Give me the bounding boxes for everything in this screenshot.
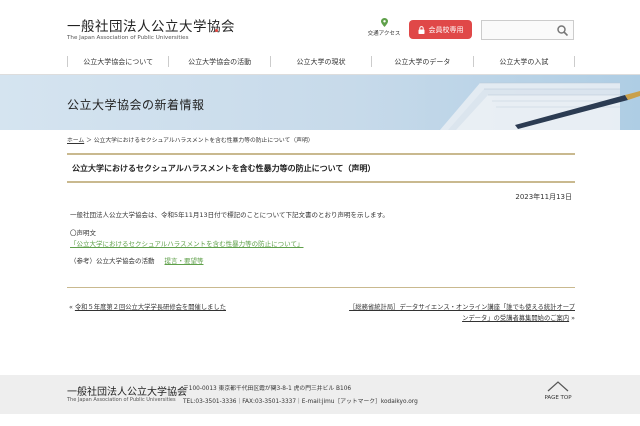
next-post-title-line2: ンデータ」の受講者募集開始のご案内 (462, 315, 570, 322)
article-intro: 一般社団法人公立大学協会は、令和5年11月13日付で標記のことについて下記文書の… (70, 211, 389, 219)
next-post-link[interactable]: ［総務省統計局］データサイエンス・オンライン講座「誰でも使える統計オープ ンデー… (335, 302, 575, 324)
prev-arrow-icon: « (69, 304, 73, 311)
footer-org-name: 一般社団法人公立大学協会 (67, 387, 187, 398)
site-header: 一般社団法人公立大学協会 The Japan Association of Pu… (0, 0, 640, 48)
page-top-button[interactable]: PAGE TOP (537, 381, 579, 401)
next-post-title-line1: ［総務省統計局］データサイエンス・オンライン講座「誰でも使える統計オープ (349, 304, 575, 311)
breadcrumb: ホーム ＞ 公立大学におけるセクシュアルハラスメントを含む性暴力等の防止について… (67, 135, 314, 144)
lock-icon (418, 25, 424, 34)
global-nav: 公立大学協会について 公立大学協会の活動 公立大学の現状 公立大学のデータ 公立… (0, 48, 640, 75)
breadcrumb-current: 公立大学におけるセクシュアルハラスメントを含む性暴力等の防止について（声明） (93, 138, 314, 144)
breadcrumb-separator: ＞ (86, 138, 92, 144)
bottom-strip (0, 414, 640, 426)
site-footer: 一般社団法人公立大学協会 The Japan Association of Pu… (0, 375, 640, 414)
previous-post-title: 令和５年度第２回公立大学学長研修会を開催しました (74, 304, 226, 311)
nav-item-data[interactable]: 公立大学のデータ (371, 56, 472, 67)
documents-pen-illustration (440, 82, 640, 130)
map-pin-icon (380, 18, 388, 27)
member-only-button[interactable]: 会員校専用 (409, 20, 472, 39)
logo-dot-icon (215, 29, 218, 32)
search-box (481, 20, 574, 40)
next-arrow-icon: » (571, 315, 575, 322)
reference-line: （参考）公立大学協会の活動 提言・要望等 (70, 255, 204, 265)
page-top-label: PAGE TOP (544, 395, 572, 401)
nav-item-about[interactable]: 公立大学協会について (67, 56, 168, 67)
footer-address: 〒100-0013 東京都千代田区霞が関3-8-1 虎の門三井ビル B106 (183, 386, 352, 392)
nav-item-activities[interactable]: 公立大学協会の活動 (168, 56, 269, 67)
previous-post-link[interactable]: « 令和５年度第２回公立大学学長研修会を開催しました (69, 302, 226, 311)
article-title-box: 公立大学におけるセクシュアルハラスメントを含む性暴力等の防止について（声明） (67, 153, 575, 183)
statement-heading: 〇声明文 (70, 229, 96, 237)
nav-item-admissions[interactable]: 公立大学の入試 (472, 56, 576, 67)
proposals-link[interactable]: 提言・要望等 (165, 257, 204, 265)
chevron-up-icon (547, 381, 569, 392)
site-logo-text[interactable]: 一般社団法人公立大学協会 (67, 15, 235, 35)
banner-title: 公立大学協会の新着情報 (67, 98, 205, 112)
nav-item-status[interactable]: 公立大学の現状 (269, 56, 371, 67)
footer-contact: TEL:03-3501-3336｜FAX:03-3501-3337｜E-mail… (183, 399, 418, 405)
page-banner: 公立大学協会の新着情報 (0, 75, 640, 130)
article-date: 2023年11月13日 (515, 193, 572, 201)
article-title: 公立大学におけるセクシュアルハラスメントを含む性暴力等の防止について（声明） (72, 163, 376, 173)
statement-document-link[interactable]: 「公立大学におけるセクシュアルハラスメントを含む性暴力等の防止について」 (70, 238, 303, 248)
search-icon[interactable] (557, 25, 568, 36)
site-logo-subtitle: The Japan Association of Public Universi… (67, 35, 189, 41)
reference-label: （参考）公立大学協会の活動 (70, 257, 155, 265)
access-label: 交通アクセス (367, 31, 401, 37)
content-divider (67, 287, 575, 288)
access-link[interactable]: 交通アクセス (364, 18, 404, 37)
search-input[interactable] (482, 21, 552, 39)
breadcrumb-home-link[interactable]: ホーム (67, 138, 84, 144)
member-only-label: 会員校専用 (428, 25, 464, 34)
footer-org-english: The Japan Association of Public Universi… (67, 397, 176, 403)
